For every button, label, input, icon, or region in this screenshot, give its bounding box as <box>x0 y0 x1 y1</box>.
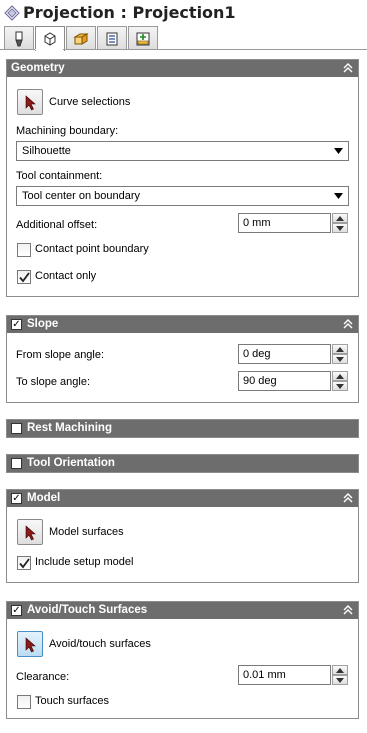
machining-boundary-select[interactable]: Silhouette <box>16 141 349 161</box>
chevron-up-icon <box>336 374 344 379</box>
spin-up-button[interactable] <box>332 665 348 675</box>
machining-boundary-label: Machining boundary: <box>16 125 119 137</box>
slope-enable-checkbox[interactable]: ✓ <box>11 319 22 330</box>
tool-icon <box>15 31 23 46</box>
geometry-cube-icon <box>44 32 56 46</box>
model-header[interactable]: ✓ Model <box>7 490 358 507</box>
touch-surfaces-label: Touch surfaces <box>35 695 109 707</box>
projection-icon <box>4 5 20 21</box>
rest-machining-title: Rest Machining <box>27 422 112 434</box>
model-surfaces-label: Model surfaces <box>49 526 124 538</box>
tab-geometry[interactable] <box>35 26 65 51</box>
tool-containment-label: Tool containment: <box>16 170 103 182</box>
geometry-title: Geometry <box>11 62 65 74</box>
pointer-arrow-icon <box>25 637 36 653</box>
avoid-touch-header[interactable]: ✓ Avoid/Touch Surfaces <box>7 602 358 619</box>
include-setup-model-label: Include setup model <box>35 556 134 568</box>
chevron-up-icon <box>336 347 344 352</box>
tool-orientation-header[interactable]: Tool Orientation <box>7 455 358 472</box>
tab-heights[interactable] <box>66 26 96 50</box>
geometry-header[interactable]: Geometry <box>7 60 358 77</box>
include-setup-model-checkbox[interactable] <box>17 556 31 570</box>
geometry-section: Geometry Curve selections Machining boun… <box>6 59 359 297</box>
chevron-down-icon <box>336 384 344 389</box>
contact-point-boundary-checkbox[interactable] <box>17 243 31 257</box>
model-enable-checkbox[interactable]: ✓ <box>11 493 22 504</box>
spin-up-button[interactable] <box>332 213 348 223</box>
checkmark-icon <box>19 558 30 569</box>
avoid-touch-surfaces-label: Avoid/touch surfaces <box>49 638 151 650</box>
chevron-down-icon <box>334 148 343 154</box>
pointer-arrow-icon <box>25 525 36 541</box>
chevron-up-icon <box>336 216 344 221</box>
collapse-icon[interactable] <box>342 62 354 74</box>
spin-down-button[interactable] <box>332 675 348 685</box>
spin-down-button[interactable] <box>332 223 348 233</box>
spin-up-button[interactable] <box>332 371 348 381</box>
passes-icon <box>106 32 118 45</box>
chevron-down-icon <box>336 678 344 683</box>
additional-offset-input[interactable]: 0 mm <box>238 213 331 233</box>
avoid-touch-surfaces-button[interactable] <box>17 631 43 657</box>
touch-surfaces-checkbox[interactable] <box>17 695 31 709</box>
avoid-touch-enable-checkbox[interactable]: ✓ <box>11 605 22 616</box>
from-slope-angle-spinner: 0 deg <box>238 344 348 364</box>
collapse-icon[interactable] <box>342 492 354 504</box>
clearance-label: Clearance: <box>16 671 70 683</box>
linking-icon <box>136 32 150 45</box>
avoid-touch-section: ✓ Avoid/Touch Surfaces Avoid/touch surfa… <box>6 601 359 719</box>
contact-only-checkbox[interactable] <box>17 270 31 284</box>
to-slope-angle-spinner: 90 deg <box>238 371 348 391</box>
model-section: ✓ Model Model surfaces Include setup mod… <box>6 489 359 583</box>
chevron-up-icon <box>336 668 344 673</box>
from-slope-angle-input[interactable]: 0 deg <box>238 344 331 364</box>
clearance-input[interactable]: 0.01 mm <box>238 665 331 685</box>
additional-offset-label: Additional offset: <box>16 219 98 231</box>
tool-orientation-section: Tool Orientation <box>6 454 359 473</box>
title-bar: Projection : Projection1 <box>0 0 367 26</box>
heights-icon <box>73 32 89 45</box>
chevron-down-icon <box>336 226 344 231</box>
additional-offset-spinner: 0 mm <box>238 213 348 233</box>
tool-containment-value: Tool center on boundary <box>22 190 141 202</box>
avoid-touch-title: Avoid/Touch Surfaces <box>27 604 148 616</box>
tool-orientation-title: Tool Orientation <box>27 457 115 469</box>
tab-linking[interactable] <box>128 26 158 50</box>
checkmark-icon <box>19 272 30 283</box>
spin-down-button[interactable] <box>332 381 348 391</box>
tab-passes[interactable] <box>97 26 127 50</box>
tab-tool[interactable] <box>4 26 34 50</box>
tool-containment-select[interactable]: Tool center on boundary <box>16 186 349 206</box>
contact-point-boundary-label: Contact point boundary <box>35 243 149 255</box>
spin-down-button[interactable] <box>332 354 348 364</box>
page-title: Projection : Projection1 <box>23 3 236 22</box>
clearance-spinner: 0.01 mm <box>238 665 348 685</box>
from-slope-angle-label: From slope angle: <box>16 349 105 361</box>
chevron-down-icon <box>336 357 344 362</box>
collapse-icon[interactable] <box>342 604 354 616</box>
curve-selections-button[interactable] <box>17 89 43 115</box>
to-slope-angle-label: To slope angle: <box>16 376 90 388</box>
slope-section: ✓ Slope From slope angle: 0 deg To slope… <box>6 315 359 403</box>
model-title: Model <box>27 492 61 504</box>
machining-boundary-value: Silhouette <box>22 145 71 157</box>
chevron-down-icon <box>334 193 343 199</box>
curve-selections-label: Curve selections <box>49 96 131 108</box>
collapse-icon[interactable] <box>342 318 354 330</box>
slope-header[interactable]: ✓ Slope <box>7 316 358 333</box>
model-surfaces-button[interactable] <box>17 519 43 545</box>
rest-machining-section: Rest Machining <box>6 419 359 438</box>
operation-tabs <box>0 26 367 51</box>
slope-title: Slope <box>27 318 59 330</box>
to-slope-angle-input[interactable]: 90 deg <box>238 371 331 391</box>
tool-orientation-enable-checkbox[interactable] <box>11 458 22 469</box>
pointer-arrow-icon <box>25 95 36 111</box>
spin-up-button[interactable] <box>332 344 348 354</box>
rest-machining-header[interactable]: Rest Machining <box>7 420 358 437</box>
rest-machining-enable-checkbox[interactable] <box>11 423 22 434</box>
contact-only-label: Contact only <box>35 270 97 282</box>
